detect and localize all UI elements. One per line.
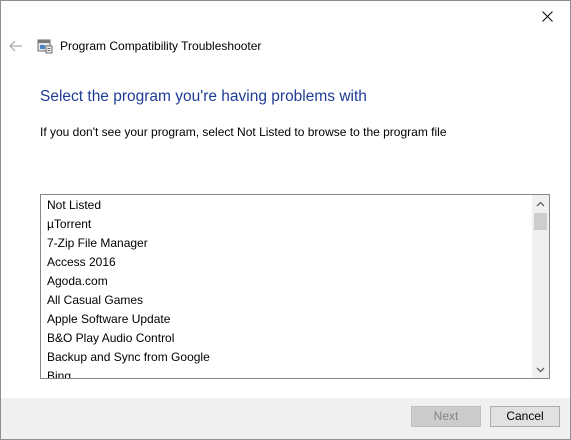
- instruction-text: If you don't see your program, select No…: [40, 125, 447, 139]
- footer-bar: Next Cancel: [1, 398, 570, 439]
- program-list-item[interactable]: Bing: [41, 367, 532, 378]
- program-list-items: Not Listed µTorrent 7-Zip File Manager Acce…: [41, 196, 532, 378]
- cancel-button[interactable]: Cancel: [490, 406, 560, 427]
- back-arrow-icon: [9, 40, 22, 52]
- close-button[interactable]: [525, 1, 570, 31]
- chevron-down-icon: [536, 367, 545, 372]
- program-list-item[interactable]: Backup and Sync from Google: [41, 348, 532, 367]
- scroll-up-button[interactable]: [532, 195, 549, 212]
- scroll-thumb[interactable]: [534, 213, 547, 230]
- vertical-scrollbar[interactable]: [532, 195, 549, 378]
- program-list-item[interactable]: All Casual Games: [41, 291, 532, 310]
- program-list-item[interactable]: 7-Zip File Manager: [41, 234, 532, 253]
- program-list[interactable]: Not Listed µTorrent 7-Zip File Manager Acce…: [40, 194, 550, 379]
- page-heading: Select the program you're having problem…: [40, 88, 367, 105]
- program-list-item[interactable]: µTorrent: [41, 215, 532, 234]
- program-list-item[interactable]: Access 2016: [41, 253, 532, 272]
- close-icon: [542, 10, 553, 22]
- scroll-down-button[interactable]: [532, 361, 549, 378]
- troubleshooter-window: Program Compatibility Troubleshooter Sel…: [0, 0, 571, 440]
- back-button[interactable]: [7, 37, 25, 55]
- chevron-up-icon: [536, 201, 545, 206]
- window-title: Program Compatibility Troubleshooter: [60, 39, 262, 53]
- program-list-item[interactable]: B&O Play Audio Control: [41, 329, 532, 348]
- program-list-item[interactable]: Apple Software Update: [41, 310, 532, 329]
- troubleshooter-icon: [37, 39, 53, 54]
- next-button[interactable]: Next: [411, 406, 481, 427]
- program-list-item[interactable]: Agoda.com: [41, 272, 532, 291]
- program-list-item[interactable]: Not Listed: [41, 196, 532, 215]
